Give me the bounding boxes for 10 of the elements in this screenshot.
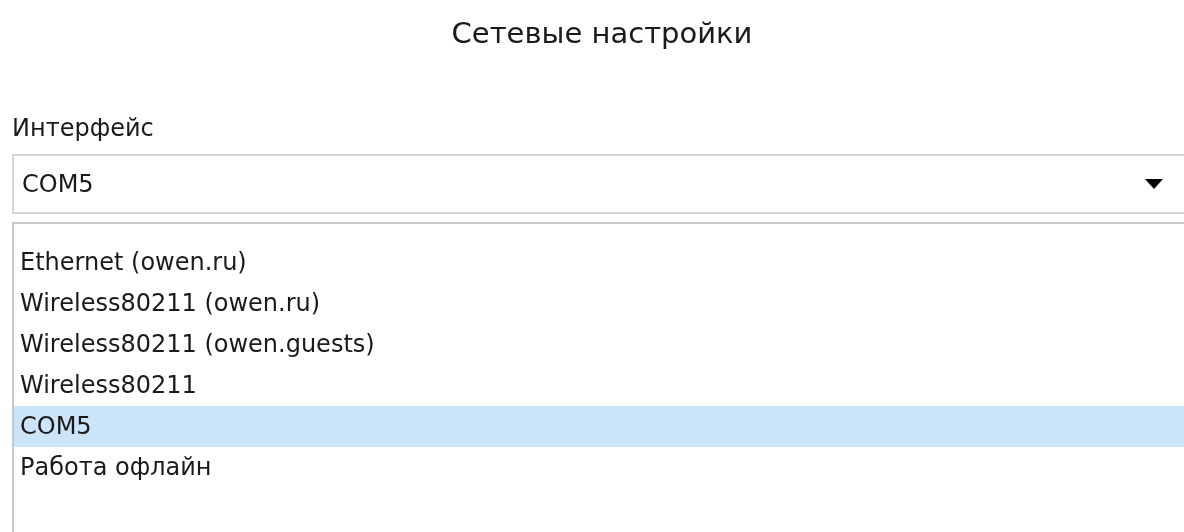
dropdown-option[interactable]: Wireless80211 <box>14 365 1184 406</box>
dropdown-option[interactable]: Wireless80211 (owen.ru) <box>14 283 1184 324</box>
dropdown-option[interactable]: COM5 <box>14 406 1184 447</box>
dropdown-option[interactable]: Wireless80211 (owen.guests) <box>14 324 1184 365</box>
window-title: Сетевые настройки <box>450 15 754 52</box>
interface-dropdown[interactable]: COM5 <box>12 154 1184 214</box>
dropdown-option[interactable]: Ethernet (owen.ru) <box>14 242 1184 283</box>
field-label: Интерфейс <box>12 114 155 144</box>
dropdown-option[interactable]: Работа офлайн <box>14 447 1184 488</box>
caret-icon <box>1144 178 1164 190</box>
